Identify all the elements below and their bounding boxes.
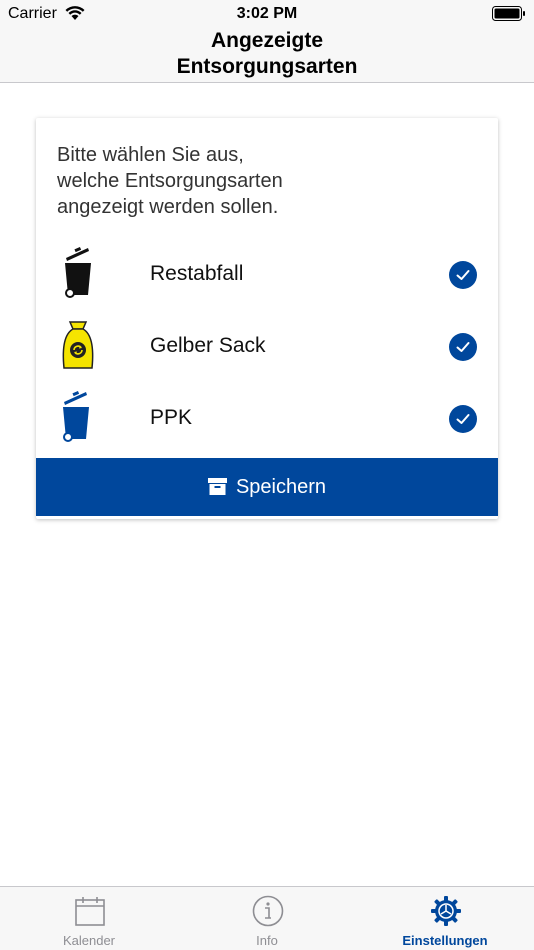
- disposal-type-row-gelber-sack[interactable]: Gelber Sack: [36, 318, 498, 390]
- yellow-sack-icon: [62, 321, 94, 369]
- tab-bar: Kalender Info Einstellungen: [0, 886, 534, 950]
- tab-label: Einstellungen: [402, 933, 488, 948]
- calendar-icon: [75, 897, 105, 926]
- navigation-bar: Angezeigte Entsorgungsarten: [0, 28, 534, 83]
- disposal-types-card: Bitte wählen Sie aus, welche Entsorgungs…: [36, 118, 498, 519]
- disposal-type-row-restabfall[interactable]: Restabfall: [36, 246, 498, 318]
- tab-label: Kalender: [62, 933, 116, 948]
- checkmark-icon[interactable]: [449, 333, 477, 361]
- instruction-text: Bitte wählen Sie aus, welche Entsorgungs…: [57, 144, 283, 218]
- settings-gear-icon: [431, 896, 461, 926]
- tab-einstellungen[interactable]: Einstellungen: [356, 887, 534, 950]
- battery-icon: [492, 6, 525, 21]
- disposal-type-label: PPK: [150, 406, 193, 429]
- checkmark-icon[interactable]: [449, 261, 477, 289]
- tab-info[interactable]: Info: [178, 887, 356, 950]
- save-button[interactable]: Speichern: [36, 458, 498, 516]
- save-button-label: Speichern: [235, 476, 327, 498]
- status-bar: Carrier 3:02 PM: [0, 0, 534, 28]
- archive-box-icon: [207, 478, 227, 495]
- disposal-type-label: Gelber Sack: [150, 334, 266, 357]
- black-trash-bin-icon: [65, 246, 91, 298]
- disposal-type-label: Restabfall: [150, 262, 244, 285]
- page-title: Angezeigte Entsorgungsarten: [176, 29, 358, 78]
- clock: 3:02 PM: [236, 5, 298, 22]
- tab-label: Info: [256, 933, 278, 948]
- blue-trash-bin-icon: [63, 390, 89, 442]
- info-icon: [252, 895, 284, 927]
- disposal-type-row-ppk[interactable]: PPK: [36, 390, 498, 462]
- checkmark-icon[interactable]: [449, 405, 477, 433]
- tab-kalender[interactable]: Kalender: [0, 887, 178, 950]
